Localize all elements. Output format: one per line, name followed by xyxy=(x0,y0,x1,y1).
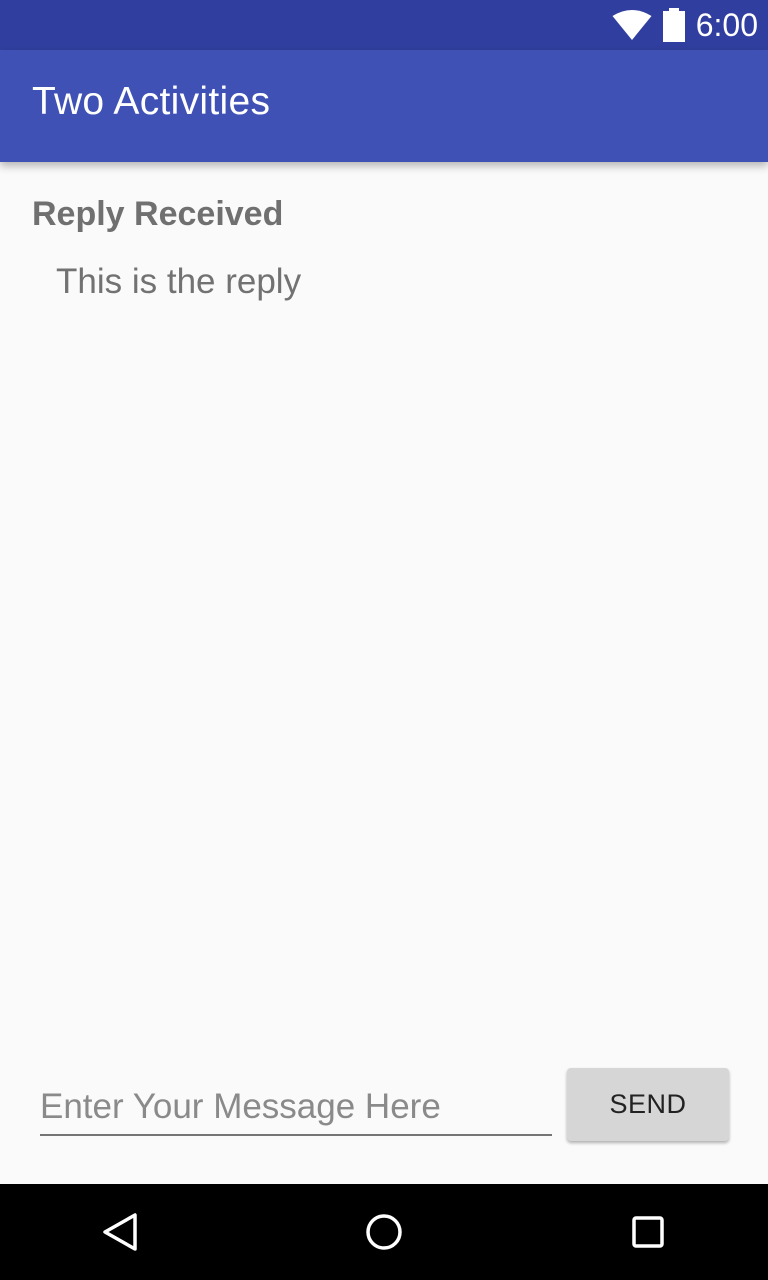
home-icon[interactable] xyxy=(354,1202,414,1262)
send-button[interactable]: SEND xyxy=(567,1068,729,1141)
message-input[interactable] xyxy=(40,1080,552,1136)
back-icon[interactable] xyxy=(90,1202,150,1262)
recents-icon[interactable] xyxy=(618,1202,678,1262)
status-bar: 6:00 xyxy=(0,0,768,50)
screen: 6:00 Two Activities Reply Received This … xyxy=(0,0,768,1280)
app-title: Two Activities xyxy=(32,80,271,123)
battery-icon xyxy=(662,8,686,42)
reply-header: Reply Received xyxy=(32,195,284,233)
wifi-icon xyxy=(612,9,652,41)
reply-text: This is the reply xyxy=(56,262,302,301)
status-time: 6:00 xyxy=(695,7,758,43)
app-bar: Two Activities xyxy=(0,50,768,162)
navigation-bar xyxy=(0,1184,768,1280)
